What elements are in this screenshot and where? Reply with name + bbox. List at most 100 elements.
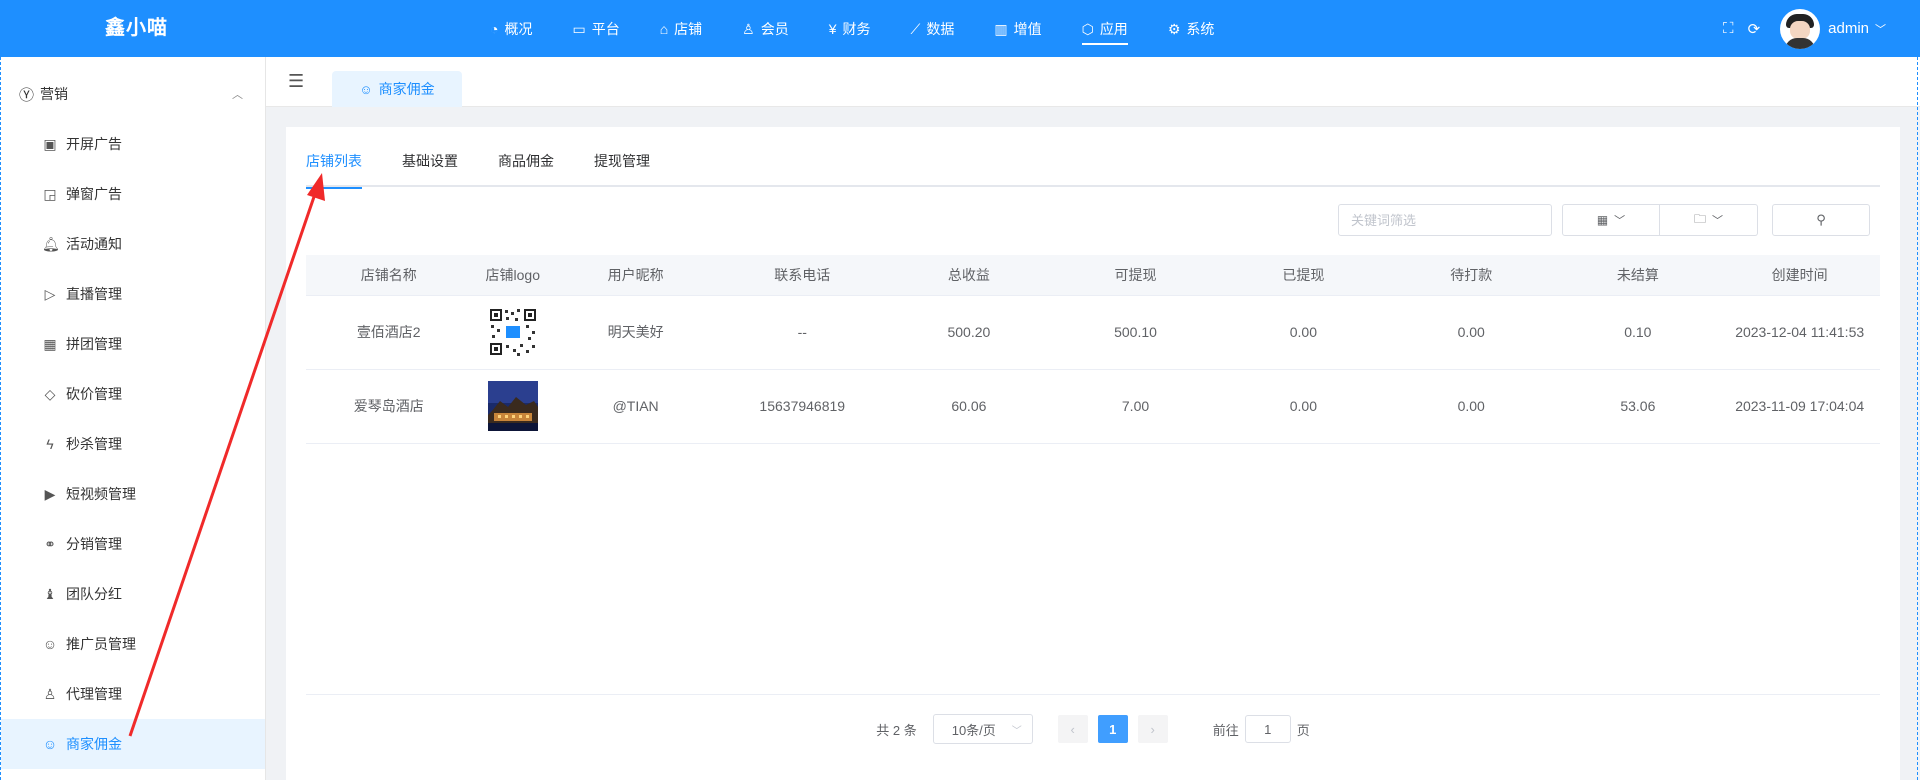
- sidebar-item-bargain[interactable]: ◇ 砍价管理: [1, 369, 265, 419]
- withdrawable-cell: 500.10: [1050, 295, 1221, 370]
- sidebar-group-marketing[interactable]: Ⓨ 营销 ︿: [1, 69, 265, 119]
- sidebar-item-short-video[interactable]: ▶ 短视频管理: [1, 469, 265, 519]
- topnav-item-store[interactable]: ⌂ 店铺: [660, 0, 702, 57]
- yen-circle-icon: Ⓨ: [19, 86, 35, 104]
- topnav-item-overview[interactable]: ◔ 概况: [490, 0, 532, 57]
- topnav-item-data[interactable]: ⟋ 数据: [911, 0, 955, 57]
- topnav-item-system[interactable]: ⚙ 系统: [1168, 0, 1215, 57]
- column-header: 待打款: [1386, 255, 1557, 296]
- platform-icon: ▭: [572, 20, 586, 37]
- topnav-item-value-added[interactable]: ▥ 增值: [994, 0, 1041, 57]
- finance-icon: ¥: [828, 20, 837, 37]
- dashboard-icon: ◔: [490, 20, 499, 37]
- qr-code-logo-image[interactable]: [487, 307, 538, 357]
- tab-merchant-commission[interactable]: ☺ 商家佣金: [332, 71, 462, 107]
- chevron-down-icon: ﹀: [1011, 725, 1022, 737]
- keyword-filter-input[interactable]: [1338, 204, 1552, 236]
- pagination: 共 2 条 10条/页 ﹀ ‹ 1 › 前往 页: [286, 713, 1900, 745]
- top-right-tools: ⛶ ⟳ admin ﹀: [1723, 0, 1920, 57]
- column-header: 创建时间: [1719, 255, 1880, 296]
- page-size-select[interactable]: 10条/页 ﹀: [932, 714, 1033, 744]
- topnav-item-finance[interactable]: ¥ 财务: [829, 0, 871, 57]
- table-row[interactable]: 爱琴岛酒店 @TIAN 15637946819 60.06 7.00 0.00: [306, 369, 1880, 444]
- page-tabs-bar: ☰ ☺ 商家佣金: [266, 57, 1920, 107]
- goto-prefix-label: 前往: [1212, 722, 1239, 738]
- avatar[interactable]: [1780, 8, 1821, 49]
- sidebar-item-popup-ad[interactable]: ◲ 弹窗广告: [1, 169, 265, 219]
- sidebar-item-live[interactable]: ▷ 直播管理: [1, 269, 265, 319]
- sidebar-item-label: 活动通知: [66, 236, 122, 252]
- created-time-cell: 2023-11-09 17:04:04: [1719, 369, 1880, 444]
- next-page-button[interactable]: ›: [1137, 715, 1168, 743]
- topnav-label: 系统: [1186, 20, 1215, 37]
- refresh-icon[interactable]: ⟳: [1748, 20, 1761, 38]
- goto-page-input[interactable]: [1244, 715, 1291, 743]
- store-icon: ⌂: [659, 20, 669, 37]
- search-button[interactable]: ⚲: [1772, 204, 1870, 236]
- fullscreen-icon[interactable]: ⛶: [1723, 20, 1734, 37]
- tab-withdrawal-management[interactable]: 提现管理: [594, 149, 650, 187]
- page-number-button[interactable]: 1: [1097, 715, 1128, 743]
- user-name[interactable]: admin: [1828, 20, 1869, 37]
- distribution-icon: ⚭: [44, 535, 56, 552]
- sidebar-item-group-buy[interactable]: ▦ 拼团管理: [1, 319, 265, 369]
- store-logo-cell: [471, 295, 555, 370]
- topnav-label: 会员: [760, 20, 789, 37]
- avatar-face: [1790, 20, 1811, 39]
- topnav-item-member[interactable]: ♙ 会员: [742, 0, 789, 57]
- withdrawable-cell: 7.00: [1050, 369, 1221, 444]
- hotel-photo-logo-image[interactable]: [487, 381, 538, 431]
- promoter-icon: ☺: [42, 636, 58, 652]
- sidebar-item-label: 拼团管理: [66, 336, 122, 352]
- top-nav: ◔ 概况 ▭ 平台 ⌂ 店铺 ♙ 会员 ¥ 财务 ⟋ 数据 ▥ 增值 ⬡ 应用 ⚙ 系统: [490, 0, 1254, 57]
- content-card: 店铺列表 基础设置 商品佣金 提现管理 ▦﹀ 🗀︎﹀ ⚲ 店铺名称 店铺logo…: [286, 127, 1900, 780]
- ad-icon: ▣: [43, 135, 57, 152]
- store-logo-cell: [471, 369, 555, 444]
- tab-product-commission[interactable]: 商品佣金: [498, 149, 554, 187]
- table-row[interactable]: 壹佰酒店2 明天美好 -- 500.20 500.10 0.00 0.00 0.…: [306, 295, 1880, 370]
- sidebar-item-event-notice[interactable]: 🔔︎ 活动通知: [1, 219, 265, 269]
- topnav-item-app[interactable]: ⬡ 应用: [1081, 0, 1129, 57]
- sidebar-item-distribution[interactable]: ⚭ 分销管理: [1, 519, 265, 569]
- tab-basic-settings[interactable]: 基础设置: [402, 149, 458, 187]
- system-icon: ⚙: [1167, 20, 1181, 37]
- column-settings-button[interactable]: ▦ ﹀: [1562, 204, 1660, 236]
- phone-cell: --: [717, 295, 888, 370]
- chevron-down-icon[interactable]: ﹀: [1875, 21, 1886, 37]
- data-icon: ⟋: [910, 20, 921, 37]
- sidebar-item-label: 分销管理: [66, 536, 122, 552]
- topnav-label: 平台: [591, 20, 620, 37]
- goto-suffix-label: 页: [1296, 722, 1310, 738]
- sidebar-item-promoter[interactable]: ☺ 推广员管理: [1, 619, 265, 669]
- member-icon: ♙: [742, 20, 755, 37]
- topnav-label: 增值: [1013, 20, 1042, 37]
- sidebar-item-splash-ad[interactable]: ▣ 开屏广告: [1, 119, 265, 169]
- export-button[interactable]: 🗀︎ ﹀: [1660, 204, 1758, 236]
- sidebar-item-team-bonus[interactable]: ♝ 团队分红: [1, 569, 265, 619]
- menu-toggle-icon[interactable]: ☰: [288, 71, 304, 92]
- top-bar: 鑫小喵 ◔ 概况 ▭ 平台 ⌂ 店铺 ♙ 会员 ¥ 财务 ⟋ 数据 ▥ 增值 ⬡ 应用 ⚙ 系统 …: [0, 0, 1920, 57]
- sidebar-item-label: 商家佣金: [66, 736, 122, 752]
- pending-payment-cell: 0.00: [1386, 369, 1557, 444]
- phone-cell: 15637946819: [717, 369, 888, 444]
- sidebar-item-flash-sale[interactable]: ϟ 秒杀管理: [1, 419, 265, 469]
- sidebar-item-label: 弹窗广告: [66, 186, 122, 202]
- bell-icon: 🔔︎: [42, 235, 60, 252]
- team-bonus-icon: ♝: [43, 585, 57, 602]
- topnav-item-platform[interactable]: ▭ 平台: [572, 0, 619, 57]
- popup-icon: ◲: [43, 185, 57, 202]
- pagination-total: 共 2 条: [876, 722, 917, 738]
- value-added-icon: ▥: [994, 20, 1008, 37]
- brand-logo-text[interactable]: 鑫小喵: [105, 0, 168, 57]
- chevron-left-icon: ‹: [1070, 721, 1075, 737]
- sidebar-item-merchant-commission[interactable]: ☺ 商家佣金: [1, 719, 265, 769]
- folder-icon: 🗀︎: [1693, 211, 1706, 226]
- tab-store-list[interactable]: 店铺列表: [306, 149, 362, 189]
- column-header: 已提现: [1220, 255, 1387, 296]
- avatar-body: [1785, 37, 1816, 49]
- sidebar-item-agent[interactable]: ♙ 代理管理: [1, 669, 265, 719]
- prev-page-button[interactable]: ‹: [1057, 715, 1088, 743]
- table-header-row: 店铺名称 店铺logo 用户昵称 联系电话 总收益 可提现 已提现 待打款 未结…: [306, 255, 1880, 296]
- sidebar-item-label: 开屏广告: [66, 136, 122, 152]
- page-size-value: 10条/页: [951, 722, 996, 738]
